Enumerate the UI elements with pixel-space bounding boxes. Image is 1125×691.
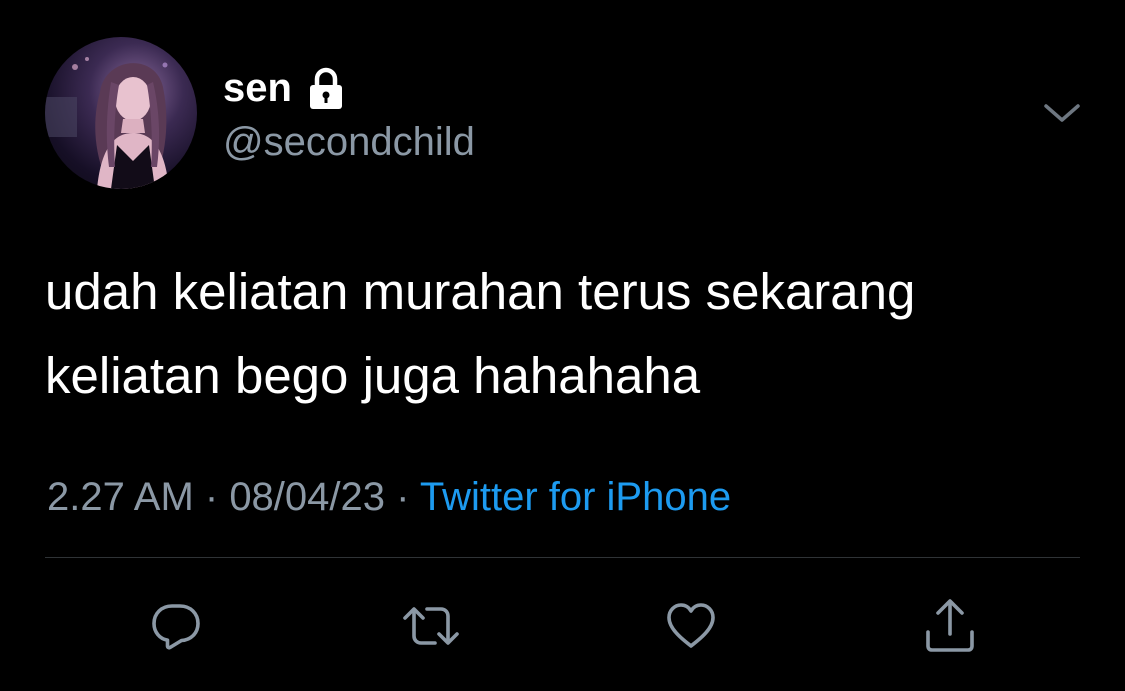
avatar-photo <box>45 57 169 189</box>
avatar[interactable] <box>45 37 197 189</box>
meta-separator: · <box>193 475 230 519</box>
tweet-time: 2.27 AM <box>47 475 194 519</box>
retweet-button[interactable] <box>401 596 461 656</box>
chevron-down-icon[interactable] <box>1040 96 1084 132</box>
tweet-text-line-2: keliatan bego juga hahahaha <box>45 347 701 404</box>
share-icon <box>926 599 974 652</box>
meta-separator: · <box>385 475 420 519</box>
display-name[interactable]: sen <box>223 62 292 114</box>
like-button[interactable] <box>661 596 721 656</box>
retweet-icon <box>403 607 459 645</box>
share-button[interactable] <box>920 596 980 656</box>
heart-icon <box>667 603 715 648</box>
reply-button[interactable] <box>146 596 206 656</box>
reply-icon <box>152 604 200 650</box>
author-handle[interactable]: @secondchild <box>223 116 475 168</box>
tweet-source-link[interactable]: Twitter for iPhone <box>420 475 731 519</box>
tweet-meta: 2.27 AM · 08/04/23 · Twitter for iPhone <box>47 471 731 523</box>
tweet-text-line-1: udah keliatan murahan terus sekarang <box>45 263 916 320</box>
divider <box>45 557 1080 558</box>
tweet-text: udah keliatan murahan terus sekarang keli… <box>45 250 1095 418</box>
lock-icon <box>306 66 346 110</box>
tweet-date: 08/04/23 <box>229 475 386 519</box>
author-name-row[interactable]: sen <box>223 62 346 114</box>
tweet-detail: sen @secondchild udah keliatan murahan t… <box>0 0 1125 691</box>
